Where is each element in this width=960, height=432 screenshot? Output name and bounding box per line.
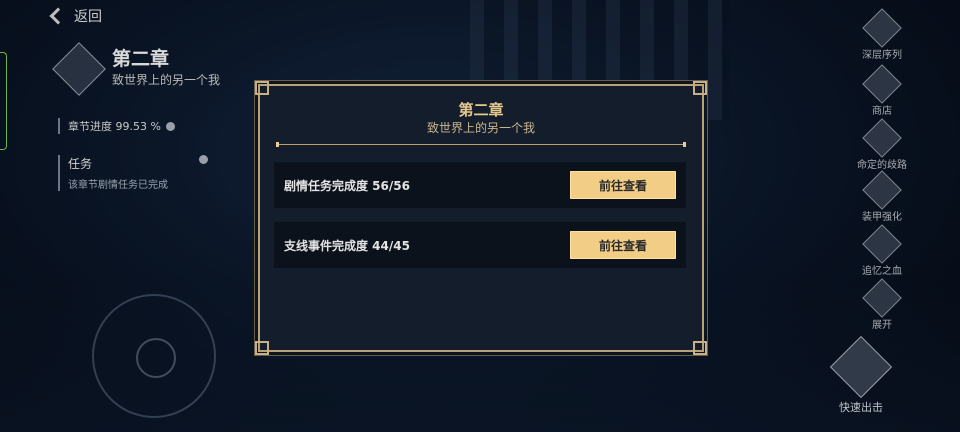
left-edge-tab[interactable] — [0, 52, 7, 150]
frame-corner — [255, 81, 269, 95]
view-story-button[interactable]: 前往查看 — [570, 171, 676, 199]
chevron-left-icon — [49, 7, 67, 25]
memory-blood-icon — [862, 224, 902, 264]
frame-corner — [693, 81, 707, 95]
fate-path-icon — [862, 118, 902, 158]
sidebar-item-label: 深层序列 — [862, 50, 902, 61]
quick-sortie-label: 快速出击 — [839, 401, 883, 414]
chapter-title: 第二章 — [112, 48, 170, 70]
sidebar-item-shop[interactable]: 商店 — [852, 64, 912, 117]
shop-icon — [862, 64, 902, 104]
side-event-progress-label: 支线事件完成度 44/45 — [284, 238, 410, 253]
tasks-status: 该章节剧情任务已完成 — [68, 180, 168, 191]
play-icon[interactable] — [199, 155, 208, 164]
armor-upgrade-icon — [862, 170, 902, 210]
dialog-title: 第二章 — [458, 101, 504, 119]
joystick-knob[interactable] — [136, 338, 176, 378]
info-icon[interactable] — [165, 121, 175, 131]
back-button[interactable]: 返回 — [49, 6, 102, 26]
tasks-label: 任务 — [68, 157, 93, 171]
expand-icon — [862, 278, 902, 318]
sidebar-item-label: 展开 — [872, 320, 892, 331]
dialog-subtitle: 致世界上的另一个我 — [426, 121, 535, 135]
frame-corner — [693, 341, 707, 355]
sidebar-item-label: 装甲强化 — [862, 212, 902, 223]
virtual-joystick[interactable] — [92, 294, 216, 418]
sidebar-item-expand[interactable]: 展开 — [852, 278, 912, 331]
sword-icon — [829, 335, 893, 399]
chapter-progress[interactable]: 章节进度 99.53 % — [58, 118, 175, 134]
side-event-progress-row: 支线事件完成度 44/45 前往查看 — [274, 222, 686, 268]
sidebar-item-deep-sequence[interactable]: 深层序列 — [852, 8, 912, 61]
sidebar-item-memory-blood[interactable]: 追忆之血 — [852, 224, 912, 277]
sidebar-item-label: 追忆之血 — [862, 266, 902, 277]
sidebar-item-label: 商店 — [872, 106, 892, 117]
sidebar-item-fate-path[interactable]: 命定的歧路 — [852, 118, 912, 171]
chapter-progress-label: 章节进度 99.53 % — [68, 120, 161, 133]
view-side-events-button[interactable]: 前往查看 — [570, 231, 676, 259]
sidebar-item-armor-upgrade[interactable]: 装甲强化 — [852, 170, 912, 223]
chapter-completion-dialog: 第二章 致世界上的另一个我 剧情任务完成度 56/56 前往查看 支线事件完成度… — [255, 81, 707, 355]
chapter-emblem — [52, 42, 106, 96]
chapter-emblem-icon — [52, 42, 106, 96]
frame-corner — [255, 341, 269, 355]
quick-sortie-button[interactable]: 快速出击 — [820, 335, 902, 415]
back-label: 返回 — [74, 9, 102, 25]
deep-sequence-icon — [862, 8, 902, 48]
divider — [276, 142, 686, 147]
chapter-subtitle: 致世界上的另一个我 — [112, 73, 221, 87]
tasks-panel[interactable]: 任务 该章节剧情任务已完成 — [58, 155, 208, 191]
story-progress-label: 剧情任务完成度 56/56 — [284, 178, 410, 193]
story-progress-row: 剧情任务完成度 56/56 前往查看 — [274, 162, 686, 208]
